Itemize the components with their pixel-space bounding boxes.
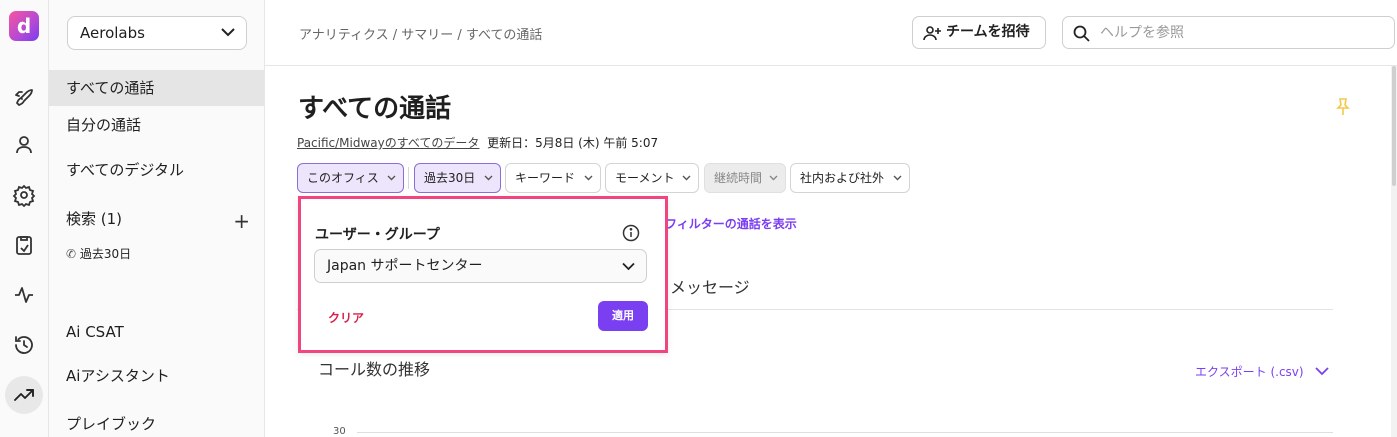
chevron-down-icon[interactable]: [1315, 366, 1329, 376]
rocket-icon[interactable]: [12, 84, 36, 108]
filter-moment-label: モーメント: [615, 171, 675, 185]
timezone-link[interactable]: Pacific/Midwayのすべてのデータ: [297, 136, 479, 150]
saved-search-label: 過去30日: [79, 247, 132, 261]
user-icon[interactable]: [12, 133, 36, 157]
user-group-value: Japan サポートセンター: [327, 258, 483, 274]
filter-internal-external[interactable]: 社内および社外: [790, 163, 910, 193]
invite-team-button[interactable]: チームを招待: [912, 16, 1046, 49]
sidebar-item-all-calls[interactable]: すべての通話: [49, 70, 264, 106]
clear-button[interactable]: クリア: [328, 309, 364, 326]
filter-duration-label: 継続時間: [714, 171, 763, 185]
tab-messages[interactable]: メッセージ: [670, 274, 750, 298]
history-icon[interactable]: [12, 333, 36, 357]
sidebar-item-my-calls[interactable]: 自分の通話: [49, 107, 264, 143]
data-info-line: Pacific/Midwayのすべてのデータ 更新日：5月8日 (木) 午前 5…: [297, 134, 658, 151]
scrollbar-thumb[interactable]: [1392, 66, 1396, 186]
app-logo[interactable]: d: [9, 11, 39, 41]
user-group-popover: ユーザー・グループ Japan サポートセンター クリア 適用: [298, 196, 668, 353]
phone-icon: ✆: [66, 247, 80, 261]
chevron-down-icon: [622, 262, 635, 271]
filter-office-label: このオフィス: [307, 171, 379, 185]
icon-rail: d: [0, 0, 49, 437]
sidebar-item-ai-assistant[interactable]: Aiアシスタント: [49, 358, 264, 394]
chart-gridline: [357, 432, 1333, 433]
chevron-down-icon: [484, 175, 493, 181]
help-search[interactable]: [1062, 16, 1395, 49]
chevron-down-icon: [387, 175, 396, 181]
top-bar: アナリティクス / サマリー / すべての通話 チームを招待: [265, 0, 1397, 66]
sidebar: Aerolabs すべての通話 自分の通話 すべてのデジタル 検索 (1) + …: [49, 0, 265, 437]
search-icon: [1073, 25, 1090, 42]
sidebar-saved-search[interactable]: ✆ 過去30日: [66, 245, 131, 262]
filter-moment[interactable]: モーメント: [605, 163, 699, 193]
gear-icon[interactable]: [12, 183, 36, 208]
org-name: Aerolabs: [80, 24, 145, 42]
sidebar-item-ai-csat[interactable]: Ai CSAT: [49, 314, 264, 350]
chart-title: コール数の推移: [318, 360, 431, 379]
updated-timestamp: 更新日：5月8日 (木) 午前 5:07: [487, 136, 659, 150]
search-input[interactable]: [1100, 23, 1380, 43]
invite-team-label: チームを招待: [946, 24, 1030, 40]
info-icon[interactable]: [622, 224, 640, 242]
org-select[interactable]: Aerolabs: [67, 16, 247, 50]
pin-icon[interactable]: [1335, 98, 1351, 116]
page-scrollbar[interactable]: [1391, 66, 1397, 437]
sidebar-search-section: 検索 (1): [66, 210, 123, 228]
popover-title: ユーザー・グループ: [315, 227, 440, 243]
clipboard-icon[interactable]: [12, 233, 36, 257]
chevron-down-icon: [584, 175, 593, 181]
user-plus-icon: [923, 26, 941, 41]
add-search-icon[interactable]: +: [233, 211, 250, 231]
page-title: すべての通話: [298, 94, 452, 124]
chevron-down-icon: [769, 175, 778, 181]
breadcrumb: アナリティクス / サマリー / すべての通話: [299, 28, 543, 43]
y-axis-tick: 30: [333, 426, 346, 437]
sidebar-item-playbook[interactable]: プレイブック: [49, 406, 264, 437]
filter-date-range[interactable]: 過去30日: [414, 163, 501, 193]
activity-icon[interactable]: [12, 283, 36, 307]
apply-button[interactable]: 適用: [598, 301, 648, 331]
show-filtered-calls-link[interactable]: フィルターの通話を表示: [665, 215, 797, 232]
export-csv-button[interactable]: エクスポート (.csv): [1195, 363, 1304, 380]
filter-date-label: 過去30日: [424, 171, 476, 185]
filter-internal-external-label: 社内および社外: [800, 171, 885, 185]
filter-divider: [408, 167, 409, 189]
filter-keyword[interactable]: キーワード: [505, 163, 601, 193]
filter-office[interactable]: このオフィス: [297, 163, 404, 193]
chevron-down-icon: [893, 175, 902, 181]
sidebar-item-all-digital[interactable]: すべてのデジタル: [49, 152, 264, 188]
chevron-down-icon: [682, 175, 691, 181]
filter-keyword-label: キーワード: [515, 171, 576, 185]
user-group-select[interactable]: Japan サポートセンター: [314, 249, 647, 283]
chevron-down-icon: [221, 28, 235, 37]
trending-icon[interactable]: [12, 383, 36, 407]
filter-duration[interactable]: 継続時間: [704, 163, 786, 193]
